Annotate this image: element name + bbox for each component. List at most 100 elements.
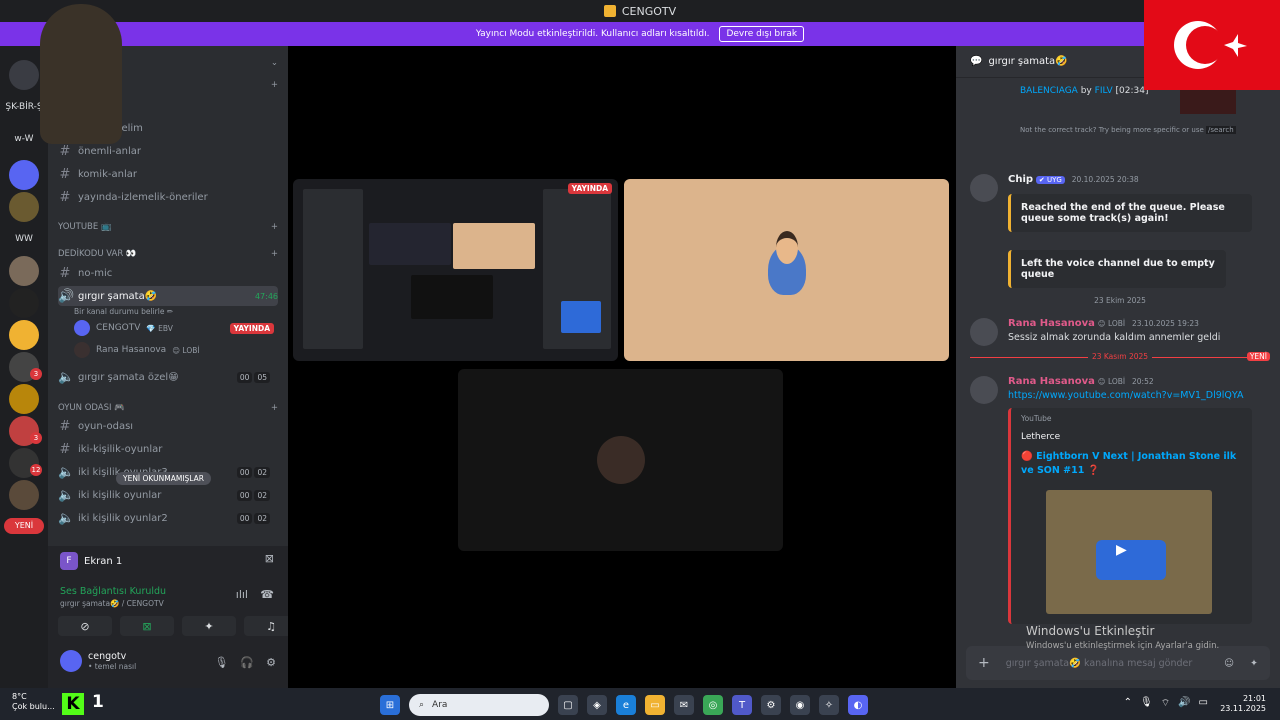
discord-icon[interactable]: ◐ [848,695,868,715]
message-link[interactable]: https://www.youtube.com/watch?v=MV1_Dl9l… [1008,390,1270,401]
turkish-flag [1144,0,1280,90]
screen-icon: F [60,552,78,570]
chevron-up-icon[interactable]: ⌃ [1124,697,1132,710]
webcam-tile[interactable] [624,179,949,361]
message-author[interactable]: Rana Hasanova [1008,376,1095,387]
volume-icon[interactable]: 🔊 [1178,697,1190,710]
play-icon[interactable]: ▶ [1116,542,1127,558]
embed-title[interactable]: 🔴 Eightborn V Next | Jonathan Stone ilk … [1021,450,1241,478]
voice-panel: F Ekran 1 ⊠ Ses Bağlantısı Kuruldu gırgı… [48,546,298,688]
voice-user[interactable]: CENGOTV 💎 EBV YAYINDA [74,319,274,337]
gear-icon[interactable]: ⚙ [266,656,276,669]
share-screen-button[interactable]: ⊠ [120,616,174,636]
stop-share-icon[interactable]: ⊠ [265,552,274,565]
streamer-mode-banner: Yayıncı Modu etkinleştirildi. Kullanıcı … [0,22,1280,46]
text-channel-no-mic[interactable]: # no-mic [58,263,278,283]
server-label[interactable]: w-W [4,134,44,144]
mention-badge: 3 [30,432,42,444]
hash-icon: # [59,418,71,434]
voice-user[interactable]: Rana Hasanova 😊 LOBİ [74,341,274,359]
emoji-icon[interactable]: ☺ [1224,658,1234,669]
add-attachment-icon[interactable]: + [978,655,990,671]
track-title[interactable]: BALENCIAGA [1020,86,1078,96]
crescent-star-icon [1174,21,1247,69]
copilot-icon[interactable]: ◈ [587,695,607,715]
category-dedikodu[interactable]: DEDİKODU VAR 👀 + [58,249,278,259]
weather-widget[interactable]: 8°C Çok bulu... [12,692,55,712]
message: Chip ✔ UYG 20.10.2025 20:38 [970,174,1270,202]
disable-streamer-mode-button[interactable]: Devre dışı bırak [719,26,805,42]
thumb-panel [453,223,535,269]
voice-connected-label[interactable]: Ses Bağlantısı Kuruldu [60,586,166,597]
microphone-icon[interactable]: 🎙 [1140,697,1153,710]
message-author[interactable]: Chip [1008,174,1033,185]
app-icon[interactable]: ✧ [819,695,839,715]
headphones-icon[interactable]: 🎧 [240,656,254,669]
voice-channel[interactable]: 🔈 iki kişilik oyunlar2 00 02 [58,508,278,528]
text-channel[interactable]: # komik-anlar [58,164,278,184]
username: cengotv [88,651,127,662]
server-icon[interactable] [9,256,39,286]
camera-off-button[interactable]: ⊘ [58,616,112,636]
chrome-icon[interactable]: ◎ [703,695,723,715]
folder-icon[interactable]: ▭ [645,695,665,715]
apps-icon[interactable]: ✦ [1250,658,1258,669]
mail-icon[interactable]: ✉ [674,695,694,715]
system-tray: ⌃ 🎙 ⌔ 🔊 ▭ [1124,697,1208,710]
server-icon[interactable] [9,320,39,350]
date-divider-new: 23 Kasım 2025 YENİ [970,352,1270,367]
server-icon[interactable] [9,288,39,318]
text-channel[interactable]: # iki-kişilik-oyunlar [58,439,278,459]
text-channel[interactable]: # önemli-anlar [58,141,278,161]
noise-suppression-icon[interactable]: ılıl [236,588,248,601]
battery-icon[interactable]: ▭ [1199,697,1208,710]
server-label[interactable]: ŞK-BİR-Ş [4,102,44,112]
voice-channel-path[interactable]: gırgır şamata🤣 / CENGOTV [60,599,164,608]
start-icon[interactable]: ⊞ [380,695,400,715]
text-channel[interactable]: # oyun-odası [58,416,278,436]
search-box[interactable]: ⌕ Ara [409,694,549,716]
settings-icon[interactable]: ⚙ [761,695,781,715]
voice-channel[interactable]: 🔈 iki kişilik oyunlar 00 02 [58,485,278,505]
screen-share-tile[interactable]: YAYINDA [293,179,618,361]
screen-title: Ekran 1 [84,555,123,567]
window-title: CENGOTV [621,4,677,18]
server-icon[interactable] [9,480,39,510]
speaker-icon: 🔈 [58,487,75,503]
app-logo-icon [603,5,616,17]
clock[interactable]: 21:01 23.11.2025 [1220,694,1266,714]
user-controls: 🎙 🎧 ⚙ [214,656,276,669]
category-oyun[interactable]: OYUN ODASI 🎮 + [58,403,278,413]
server-icon[interactable] [9,160,39,190]
new-unread-pill[interactable]: YENİ [4,518,44,534]
video-thumbnail[interactable]: ▶ [1046,490,1212,614]
message-author[interactable]: Rana Hasanova [1008,318,1095,329]
message-input[interactable]: gırgır şamata🤣 kanalına mesaj gönder [1006,658,1193,669]
server-icon[interactable] [9,60,39,90]
microphone-icon[interactable]: 🎙 [214,656,228,669]
category-youtube[interactable]: YOUTUBE 📺 + [58,222,278,232]
channel-status[interactable]: Bir kanal durumu belirle ✏ [74,302,274,320]
server-label[interactable]: WW [4,234,44,244]
new-unreads-pill[interactable]: YENİ OKUNMAMIŞLAR [116,472,211,485]
message-composer[interactable]: + gırgır şamata🤣 kanalına mesaj gönder ☺… [966,646,1270,680]
participant-tile[interactable] [458,369,783,551]
edge-icon[interactable]: e [616,695,636,715]
server-icon[interactable] [9,192,39,222]
github-icon[interactable]: ◉ [790,695,810,715]
text-channel[interactable]: # yayında-izlemelik-öneriler [58,187,278,207]
wifi-icon[interactable]: ⌔ [1161,697,1170,710]
task-view-icon[interactable]: ▢ [558,695,578,715]
activities-button[interactable]: ✦ [182,616,236,636]
user-count: 00 05 [236,371,270,383]
server-icon[interactable] [9,384,39,414]
avatar [74,342,90,358]
embed-channel[interactable]: Letherce [1021,432,1060,442]
disconnect-icon[interactable]: ☎ [260,588,274,601]
teams-icon[interactable]: T [732,695,752,715]
voice-channel[interactable]: 🔈 gırgır şamata özel😁 00 05 [58,367,278,387]
taskbar-apps: ⊞ ⌕ Ara ▢ ◈ e ▭ ✉ ◎ T ⚙ ◉ ✧ ◐ [380,694,868,716]
user-area[interactable]: cengotv • temel nasıl [60,650,136,672]
live-badge: YAYINDA [229,322,274,334]
voice-controls: ⊘ ⊠ ✦ ♫ [58,616,298,636]
